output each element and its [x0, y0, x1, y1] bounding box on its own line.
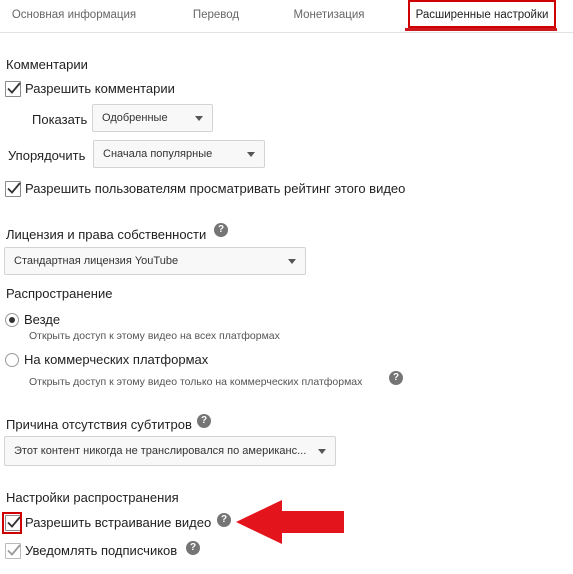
checkmark-icon: [7, 182, 21, 194]
allow-rating-checkbox[interactable]: [5, 181, 21, 197]
help-icon[interactable]: ?: [197, 414, 211, 428]
distribution-settings-heading: Настройки распространения: [6, 490, 179, 505]
dropdown-arrow-icon: [247, 152, 255, 157]
commercial-radio[interactable]: [5, 353, 19, 367]
radio-selected-dot: [9, 317, 15, 323]
sort-label: Упорядочить: [8, 148, 86, 163]
show-label: Показать: [32, 112, 88, 127]
tab-basic-info[interactable]: Основная информация: [0, 0, 148, 32]
embed-highlight-annotation: [2, 512, 22, 534]
commercial-description: Открыть доступ к этому видео только на к…: [29, 376, 363, 388]
checkmark-icon: [7, 82, 21, 94]
captions-dropdown-value: Этот контент никогда не транслировался п…: [14, 445, 307, 457]
dropdown-arrow-icon: [318, 449, 326, 454]
checkmark-icon: [7, 544, 21, 556]
tab-highlight-annotation: [408, 0, 556, 28]
notify-subscribers-checkbox[interactable]: [5, 543, 21, 559]
tab-translation[interactable]: Перевод: [180, 0, 252, 32]
captions-dropdown[interactable]: Этот контент никогда не транслировался п…: [4, 436, 336, 466]
dropdown-arrow-icon: [195, 116, 203, 121]
comments-heading: Комментарии: [6, 57, 88, 72]
tab-monetization[interactable]: Монетизация: [283, 0, 375, 32]
allow-embedding-label: Разрешить встраивание видео: [25, 515, 212, 530]
dropdown-arrow-icon: [288, 259, 296, 264]
sort-dropdown-value: Сначала популярные: [103, 148, 213, 160]
help-icon[interactable]: ?: [186, 541, 200, 555]
help-icon[interactable]: ?: [217, 513, 231, 527]
show-dropdown-value: Одобренные: [102, 112, 168, 124]
captions-heading: Причина отсутствия субтитров: [6, 417, 192, 432]
license-dropdown-value: Стандартная лицензия YouTube: [14, 255, 179, 267]
license-heading: Лицензия и права собственности: [6, 227, 207, 242]
everywhere-description: Открыть доступ к этому видео на всех пла…: [29, 330, 280, 342]
active-tab-underline: [405, 28, 557, 31]
everywhere-radio[interactable]: [5, 313, 19, 327]
distribution-heading: Распространение: [6, 286, 113, 301]
notify-subscribers-label: Уведомлять подписчиков: [25, 543, 178, 558]
help-icon[interactable]: ?: [214, 223, 228, 237]
license-dropdown[interactable]: Стандартная лицензия YouTube: [4, 247, 306, 275]
help-icon[interactable]: ?: [389, 371, 403, 385]
show-dropdown[interactable]: Одобренные: [92, 104, 213, 132]
sort-dropdown[interactable]: Сначала популярные: [93, 140, 265, 168]
everywhere-label: Везде: [24, 312, 61, 327]
allow-comments-checkbox[interactable]: [5, 81, 21, 97]
allow-rating-label: Разрешить пользователям просматривать ре…: [25, 181, 406, 196]
commercial-label: На коммерческих платформах: [24, 352, 209, 367]
tab-bar: Основная информация Перевод Монетизация …: [0, 0, 573, 33]
allow-comments-label: Разрешить комментарии: [25, 81, 175, 96]
red-arrow-icon: [236, 500, 344, 544]
